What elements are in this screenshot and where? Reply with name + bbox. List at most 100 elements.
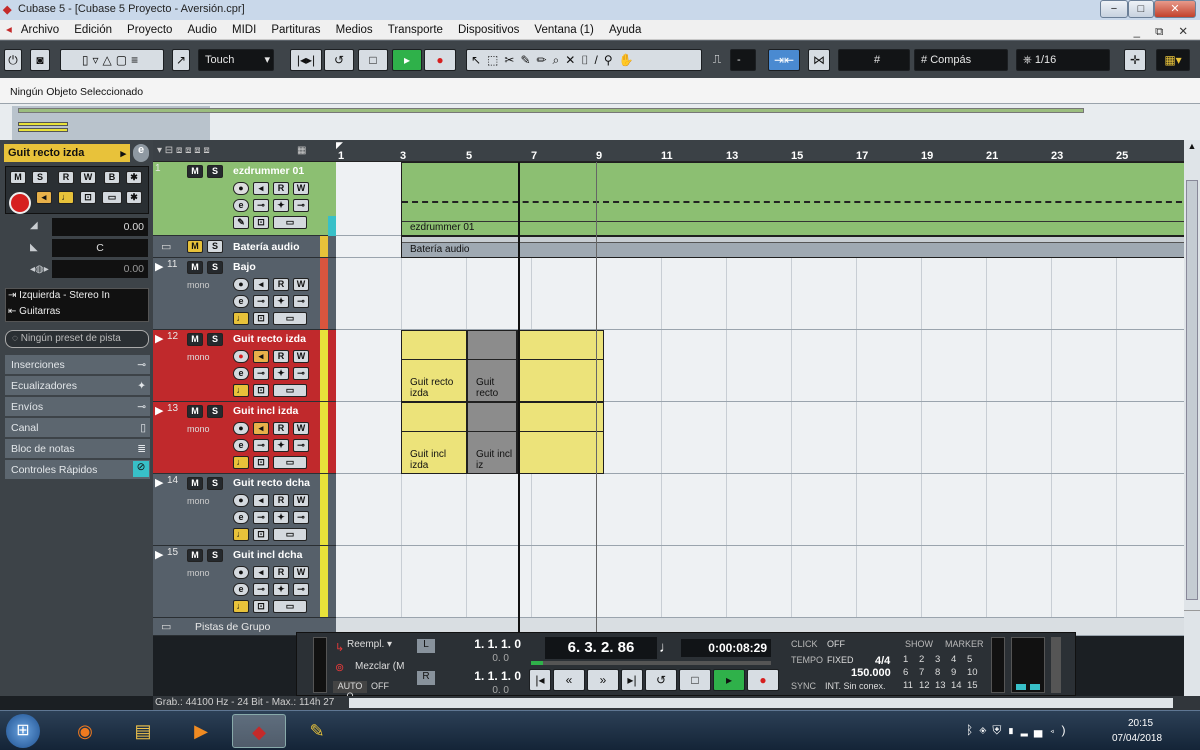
audio-event-selected[interactable]: Guit incl iz	[467, 402, 517, 474]
output-routing[interactable]: ⇤ Guitarras	[8, 306, 148, 321]
volume-field[interactable]: 0.00	[52, 218, 148, 236]
marker-button[interactable]: 6	[903, 666, 919, 679]
constrain-delay-button[interactable]: ◙	[30, 49, 50, 71]
write-automation-button[interactable]: W	[293, 422, 309, 435]
go-to-start-button[interactable]: |◂▸|	[290, 49, 322, 71]
write-automation-button[interactable]: W	[293, 566, 309, 579]
bluetooth-icon[interactable]: ᛒ	[966, 723, 979, 737]
solo-button[interactable]: S	[207, 261, 223, 274]
vertical-scrollbar[interactable]: ▲	[1184, 140, 1200, 610]
mdi-minimize-button[interactable]: _	[1128, 24, 1146, 38]
eq-icon[interactable]: ✦	[273, 367, 289, 380]
sync-label[interactable]: SYNC	[791, 681, 816, 691]
project-overview[interactable]	[0, 104, 1200, 140]
timebase-icon[interactable]: ♩	[233, 384, 249, 397]
lock-icon[interactable]: ⊡	[253, 528, 269, 541]
write-automation-button[interactable]: W	[293, 278, 309, 291]
expand-icon[interactable]: ▶	[155, 548, 163, 561]
solo-button[interactable]: S	[207, 240, 223, 253]
record-enable-icon[interactable]	[9, 192, 31, 214]
lanes-icon[interactable]: ▭	[273, 312, 307, 325]
cycle-mode-select[interactable]: Mezclar (M	[355, 661, 411, 675]
section-sends[interactable]: Envíos ⊸	[5, 397, 150, 417]
automation-mode-select[interactable]: Touch ▾	[198, 49, 274, 71]
solo-button[interactable]: S	[207, 165, 223, 178]
inspector-toggle-button[interactable]: ▯▿△▢≡	[60, 49, 164, 71]
cubase-taskbar-icon[interactable]: ◆	[232, 714, 286, 748]
bpm-value[interactable]: 150.000	[851, 667, 891, 679]
monitor-icon[interactable]: ◂	[253, 182, 269, 195]
read-automation-button[interactable]: R	[273, 182, 289, 195]
record-button[interactable]: ●	[424, 49, 456, 71]
sends-icon[interactable]: ⊸	[293, 511, 309, 524]
expand-icon[interactable]: ▶	[155, 332, 163, 345]
mute-button[interactable]: M	[10, 171, 26, 184]
stop-button[interactable]: □	[679, 669, 711, 691]
signature-value[interactable]: 4/4	[875, 655, 890, 667]
crosshair-button[interactable]: ✛	[1124, 49, 1146, 71]
autoq-button[interactable]: AUTO Q	[333, 681, 367, 701]
solo-button[interactable]: S	[207, 549, 223, 562]
timebase-icon[interactable]: ♩	[233, 528, 249, 541]
eq-icon[interactable]: ✦	[273, 439, 289, 452]
menu-edicion[interactable]: Edición	[68, 22, 118, 36]
left-locator-icon[interactable]: L	[417, 639, 435, 653]
grid-type-select[interactable]: # Compás	[914, 49, 1008, 71]
volume-icon[interactable]: ◃)	[1048, 723, 1071, 737]
lock-icon[interactable]: ⊡	[253, 456, 269, 469]
playback-cursor[interactable]	[518, 162, 520, 636]
menu-partituras[interactable]: Partituras	[265, 22, 326, 36]
track-name[interactable]: Guit incl izda	[233, 405, 298, 417]
lanes-icon[interactable]: ▭	[273, 600, 307, 613]
firefox-icon[interactable]: ◉	[58, 714, 112, 748]
marker-button[interactable]: 12	[919, 679, 935, 692]
start-button[interactable]: ⊞	[6, 714, 40, 748]
track-preset-field[interactable]: ◌ Ningún preset de pista	[5, 330, 149, 348]
track-row[interactable]: ▶ 11 M S Bajo mono ● ◂ R W e ⊸ ✦ ⊸ ♩ ⊡ ▭	[153, 258, 336, 330]
eq-icon[interactable]: ✦	[273, 295, 289, 308]
position-display[interactable]: 6. 3. 2. 86	[545, 637, 657, 659]
marker-button[interactable]: 9	[951, 666, 967, 679]
solo-button[interactable]: S	[207, 333, 223, 346]
monitor-icon[interactable]: ◂	[253, 566, 269, 579]
monitor-icon[interactable]: ◂	[253, 278, 269, 291]
edit-channel-button[interactable]: e	[233, 511, 249, 524]
expand-icon[interactable]: ▶	[155, 260, 163, 273]
stop-button[interactable]: □	[358, 49, 388, 71]
marker-button[interactable]: 1	[903, 653, 919, 666]
pencil-icon[interactable]: ✎	[233, 216, 249, 229]
edit-channel-button[interactable]: e	[233, 199, 249, 212]
monitor-icon[interactable]: ◂	[253, 350, 269, 363]
zoom-slider[interactable]	[1184, 610, 1200, 696]
lanes-icon[interactable]: ▭	[102, 191, 122, 204]
lanes-icon[interactable]: ▭	[273, 384, 307, 397]
track-name[interactable]: Batería audio	[233, 241, 300, 253]
scroll-up-icon[interactable]: ▲	[1185, 141, 1199, 155]
event-display[interactable]: ezdrummer 01 Batería audio Guit recto iz…	[336, 162, 1184, 636]
record-enable-icon[interactable]: ●	[233, 182, 249, 195]
track-name[interactable]: Guit recto izda	[233, 333, 306, 345]
horizontal-scrollbar[interactable]	[349, 698, 1173, 708]
edit-channel-button[interactable]: e	[233, 367, 249, 380]
solo-button[interactable]: S	[207, 477, 223, 490]
pan-field[interactable]: C	[52, 239, 148, 257]
record-enable-icon[interactable]: ●	[233, 566, 249, 579]
mute-button[interactable]: M	[187, 165, 203, 178]
snap-toggle-button[interactable]: ⇥⇤	[768, 49, 800, 71]
position-slider[interactable]	[531, 661, 771, 665]
file-explorer-icon[interactable]: ▤	[116, 714, 170, 748]
mute-button[interactable]: M	[187, 261, 203, 274]
record-button[interactable]: ●	[747, 669, 779, 691]
section-channel[interactable]: Canal ▯	[5, 418, 150, 438]
click-label[interactable]: CLICK	[791, 639, 818, 649]
marker-button[interactable]: 2	[919, 653, 935, 666]
tool-palette[interactable]: ↖⬚✂✎✏⌕✕⌷/⚲✋	[466, 49, 702, 71]
section-quick-controls[interactable]: Controles Rápidos ⊘	[5, 460, 150, 480]
colorize-button[interactable]: ▦▾	[1156, 49, 1190, 71]
audio-event[interactable]: Guit incl izda	[401, 402, 467, 474]
mdi-close-button[interactable]: ✕	[1172, 22, 1194, 38]
track-row[interactable]: ▶ 13 M S Guit incl izda mono ● ◂ R W e ⊸…	[153, 402, 336, 474]
record-enable-icon[interactable]: ●	[233, 350, 249, 363]
marker-button[interactable]: 7	[919, 666, 935, 679]
track-name[interactable]: Guit recto dcha	[233, 477, 310, 489]
